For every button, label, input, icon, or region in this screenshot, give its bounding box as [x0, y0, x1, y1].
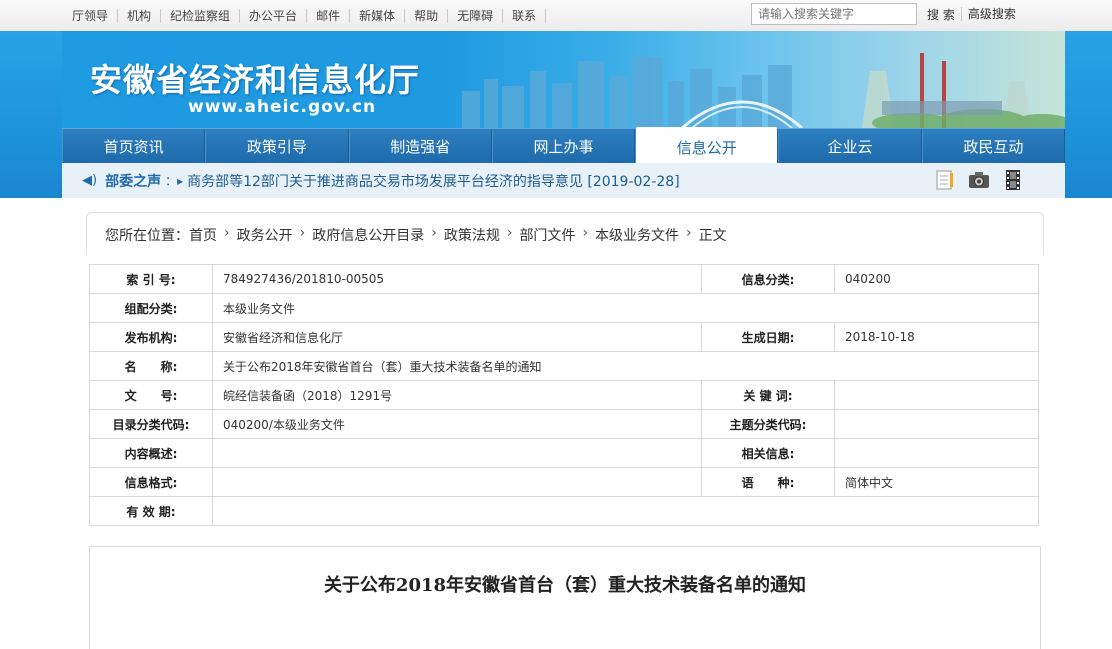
language-label: 语 种: [701, 467, 835, 497]
language-value: 简体中文 [834, 467, 1039, 497]
table-row: 文 号: 皖经信装备函（2018）1291号 关 键 词: [89, 380, 1039, 410]
nav-manufacturing[interactable]: 制造强省 [348, 129, 492, 164]
table-row: 索 引 号: 784927436/201810-00505 信息分类: 0402… [89, 264, 1039, 294]
breadcrumb-box: 您所在位置： 首页 › 政务公开 › 政府信息公开目录 › 政策法规 › 部门文… [86, 212, 1044, 255]
breadcrumb-separator: › [431, 225, 437, 241]
top-utility-bar: 厅领导 机构 纪检监察组 办公平台 邮件 新媒体 帮助 无障碍 联系 搜 索 高… [0, 0, 1112, 32]
notice-label: 部委之声 [105, 173, 162, 190]
date-value: 2018-10-18 [834, 322, 1039, 352]
main-nav: 首页资讯 政策引导 制造强省 网上办事 信息公开 企业云 政民互动 [62, 127, 1065, 166]
table-row: 目录分类代码: 040200/本级业务文件 主题分类代码: [89, 409, 1039, 439]
breadcrumb-local-docs[interactable]: 本级业务文件 [595, 225, 679, 245]
site-url: www.aheic.gov.cn [188, 97, 377, 117]
top-link-discipline[interactable]: 纪检监察组 [161, 8, 241, 23]
category-label: 信息分类: [701, 264, 835, 294]
top-links: 厅领导 机构 纪检监察组 办公平台 邮件 新媒体 帮助 无障碍 联系 [62, 0, 547, 31]
site-title: 安徽省经济和信息化厅 [90, 61, 421, 99]
breadcrumb-separator: › [299, 225, 306, 241]
group-label: 组配分类: [89, 293, 213, 323]
keyword-value [834, 380, 1039, 410]
table-row: 内容概述: 相关信息: [89, 438, 1039, 468]
notice-separator: ：▸ [165, 174, 184, 188]
notepad-icon[interactable] [933, 168, 957, 192]
breadcrumb-separator: › [224, 225, 230, 241]
toolbar-icons [933, 168, 1025, 192]
film-icon[interactable] [1001, 168, 1025, 192]
breadcrumb-separator: › [582, 225, 589, 241]
notice-link[interactable]: 商务部等12部门关于推进商品交易市场发展平台经济的指导意见 [2019-02-2… [187, 171, 680, 191]
org-value: 安徽省经济和信息化厅 [212, 322, 702, 352]
related-label: 相关信息: [701, 438, 835, 468]
notice-bar: ◀) 部委之声 ：▸ 商务部等12部门关于推进商品交易市场发展平台经济的指导意见… [62, 163, 1065, 198]
breadcrumb-current: 正文 [698, 228, 727, 244]
topic-code-label: 主题分类代码: [701, 409, 835, 439]
search-input[interactable] [751, 3, 917, 25]
table-row: 有 效 期: [89, 496, 1039, 526]
city-skyline-illustration [462, 53, 1065, 128]
advanced-search-link[interactable]: 高级搜索 [960, 7, 1016, 21]
name-label: 名 称: [89, 351, 213, 381]
article-title: 关于公布2018年安徽省首台（套）重大技术装备名单的通知 [323, 575, 807, 596]
summary-label: 内容概述: [89, 438, 213, 468]
related-value [834, 438, 1039, 468]
search-button[interactable]: 搜 索 [927, 6, 955, 23]
breadcrumb-dept-docs[interactable]: 部门文件 [519, 225, 575, 245]
camera-icon[interactable] [967, 168, 991, 192]
docno-label: 文 号: [89, 380, 213, 410]
index-label: 索 引 号: [89, 264, 213, 294]
validity-value [212, 496, 1039, 526]
name-value: 关于公布2018年安徽省首台（套）重大技术装备名单的通知 [212, 351, 1039, 381]
main-content: 您所在位置： 首页 › 政务公开 › 政府信息公开目录 › 政策法规 › 部门文… [62, 198, 1065, 649]
top-link-leaders[interactable]: 厅领导 [62, 8, 119, 23]
nav-enterprise-cloud[interactable]: 企业云 [778, 129, 922, 164]
nav-interaction[interactable]: 政民互动 [921, 129, 1065, 164]
table-row: 发布机构: 安徽省经济和信息化厅 生成日期: 2018-10-18 [89, 322, 1039, 352]
table-row: 信息格式: 语 种: 简体中文 [89, 467, 1039, 497]
breadcrumb-home[interactable]: 首页 [189, 225, 217, 245]
breadcrumb-gov-affairs[interactable]: 政务公开 [237, 225, 293, 245]
nav-home[interactable]: 首页资讯 [62, 129, 206, 164]
catalog-code-value: 040200/本级业务文件 [212, 409, 702, 439]
breadcrumb-separator: › [686, 225, 692, 241]
keyword-label: 关 键 词: [701, 380, 835, 410]
info-table: 索 引 号: 784927436/201810-00505 信息分类: 0402… [89, 264, 1039, 526]
index-value: 784927436/201810-00505 [212, 264, 702, 294]
summary-value [212, 438, 702, 468]
breadcrumb-regulations[interactable]: 政策法规 [444, 225, 500, 245]
top-link-office[interactable]: 办公平台 [240, 8, 308, 23]
validity-label: 有 效 期: [89, 496, 213, 526]
breadcrumb-catalog[interactable]: 政府信息公开目录 [312, 225, 424, 245]
top-link-accessibility[interactable]: 无障碍 [448, 8, 504, 23]
org-label: 发布机构: [89, 322, 213, 352]
top-link-help[interactable]: 帮助 [405, 8, 449, 23]
search-area: 搜 索 高级搜索 [751, 3, 1016, 25]
top-link-org[interactable]: 机构 [118, 8, 162, 23]
top-link-newmedia[interactable]: 新媒体 [350, 8, 406, 23]
nav-policy[interactable]: 政策引导 [205, 129, 349, 164]
date-label: 生成日期: [701, 322, 835, 352]
header-banner: 安徽省经济和信息化厅 www.aheic.gov.cn [62, 31, 1065, 128]
nav-online-service[interactable]: 网上办事 [491, 129, 636, 164]
breadcrumb-separator: › [506, 225, 513, 241]
top-link-mail[interactable]: 邮件 [307, 8, 351, 23]
catalog-code-label: 目录分类代码: [89, 409, 213, 439]
top-link-contact[interactable]: 联系 [503, 8, 547, 23]
breadcrumb: 您所在位置： 首页 › 政务公开 › 政府信息公开目录 › 政策法规 › 部门文… [105, 225, 727, 245]
table-row: 组配分类: 本级业务文件 [89, 293, 1039, 323]
topic-code-value [834, 409, 1039, 439]
category-value: 040200 [834, 264, 1039, 294]
speaker-icon: ◀) [82, 173, 98, 188]
format-label: 信息格式: [89, 467, 213, 497]
group-value: 本级业务文件 [212, 293, 1039, 323]
breadcrumb-prefix: 您所在位置： [105, 228, 189, 244]
nav-info-disclosure[interactable]: 信息公开 [635, 127, 779, 166]
article-body: 关于公布2018年安徽省首台（套）重大技术装备名单的通知 [89, 546, 1041, 649]
table-row: 名 称: 关于公布2018年安徽省首台（套）重大技术装备名单的通知 [89, 351, 1039, 381]
format-value [212, 467, 702, 497]
docno-value: 皖经信装备函（2018）1291号 [212, 380, 702, 410]
